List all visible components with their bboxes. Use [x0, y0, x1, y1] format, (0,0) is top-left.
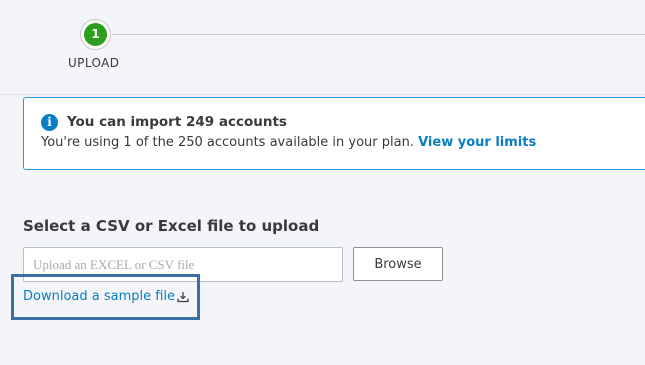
step-label-upload: UPLOAD: [68, 56, 120, 70]
import-info-banner: i You can import 249 accounts You're usi…: [23, 97, 645, 170]
stepper-line: [112, 34, 645, 35]
download-icon[interactable]: [177, 291, 189, 303]
info-title: You can import 249 accounts: [67, 114, 287, 130]
browse-button[interactable]: Browse: [353, 247, 443, 281]
info-icon: i: [41, 114, 58, 131]
info-description-line: You're using 1 of the 250 accounts avail…: [41, 135, 536, 150]
stepper: 1 UPLOAD: [0, 0, 645, 95]
view-limits-link[interactable]: View your limits: [418, 135, 536, 150]
info-description: You're using 1 of the 250 accounts avail…: [41, 135, 414, 150]
download-sample-file-link[interactable]: Download a sample file: [23, 289, 175, 304]
step-number-badge: 1: [84, 23, 107, 46]
upload-section-title: Select a CSV or Excel file to upload: [23, 217, 320, 235]
